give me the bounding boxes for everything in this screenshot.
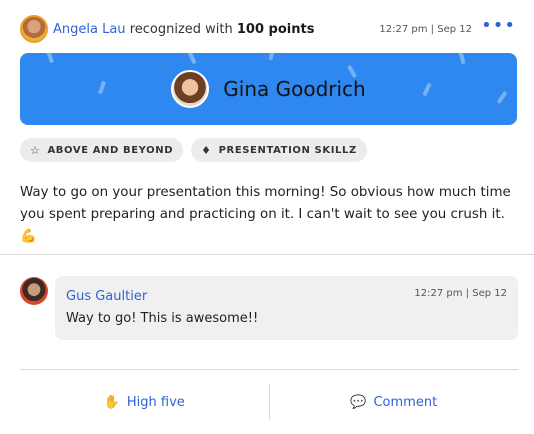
recipient-name[interactable]: Gina Goodrich [223, 77, 365, 101]
recognition-line: Angela Lau recognized with 100 points [53, 22, 314, 37]
tag-list: ☆ ABOVE AND BEYOND ♦ PRESENTATION SKILLZ [20, 138, 367, 162]
comment-label: Comment [373, 394, 438, 410]
diamond-icon: ♦ [201, 143, 212, 157]
hand-icon: ✋ [103, 394, 120, 410]
tag-label: ABOVE AND BEYOND [47, 144, 174, 156]
confetti-decoration [45, 53, 55, 64]
recipient[interactable]: Gina Goodrich [171, 70, 366, 108]
star-icon: ☆ [30, 143, 41, 157]
comment-icon: 💬 [350, 394, 367, 410]
action-bar: ✋ High five 💬 Comment [20, 384, 518, 420]
high-five-button[interactable]: ✋ High five [20, 384, 269, 420]
recipient-avatar[interactable] [171, 70, 210, 108]
tag-presentation-skillz[interactable]: ♦ PRESENTATION SKILLZ [191, 138, 367, 162]
comment-timestamp: 12:27 pm | Sep 12 [414, 288, 507, 299]
comment-text: Way to go! This is awesome!! [66, 311, 259, 326]
tag-above-and-beyond[interactable]: ☆ ABOVE AND BEYOND [20, 138, 184, 162]
giver-name-link[interactable]: Angela Lau [53, 22, 126, 37]
post-timestamp: 12:27 pm | Sep 12 [379, 23, 472, 35]
confetti-decoration [496, 91, 508, 104]
recognition-message: Way to go on your presentation this morn… [20, 185, 511, 244]
commenter-avatar[interactable] [20, 277, 48, 305]
recognition-action-text: recognized with [129, 21, 233, 37]
divider [0, 254, 534, 255]
comment-author-link[interactable]: Gus Gaultier [66, 289, 147, 304]
points-label: 100 points [236, 21, 315, 37]
comment-bubble: Gus Gaultier 12:27 pm | Sep 12 Way to go… [55, 276, 518, 340]
confetti-decoration [187, 53, 197, 65]
high-five-label: High five [126, 394, 185, 410]
ellipsis-icon[interactable]: ••• [481, 17, 516, 35]
recipient-banner: Gina Goodrich [20, 53, 517, 125]
tag-label: PRESENTATION SKILLZ [218, 144, 357, 156]
giver-avatar[interactable] [20, 15, 48, 43]
divider [20, 369, 518, 370]
confetti-decoration [458, 53, 466, 65]
confetti-decoration [268, 53, 276, 61]
confetti-decoration [422, 82, 432, 97]
comment-button[interactable]: 💬 Comment [270, 384, 519, 420]
confetti-decoration [97, 80, 107, 95]
post-header: Angela Lau recognized with 100 points 12… [20, 14, 518, 44]
